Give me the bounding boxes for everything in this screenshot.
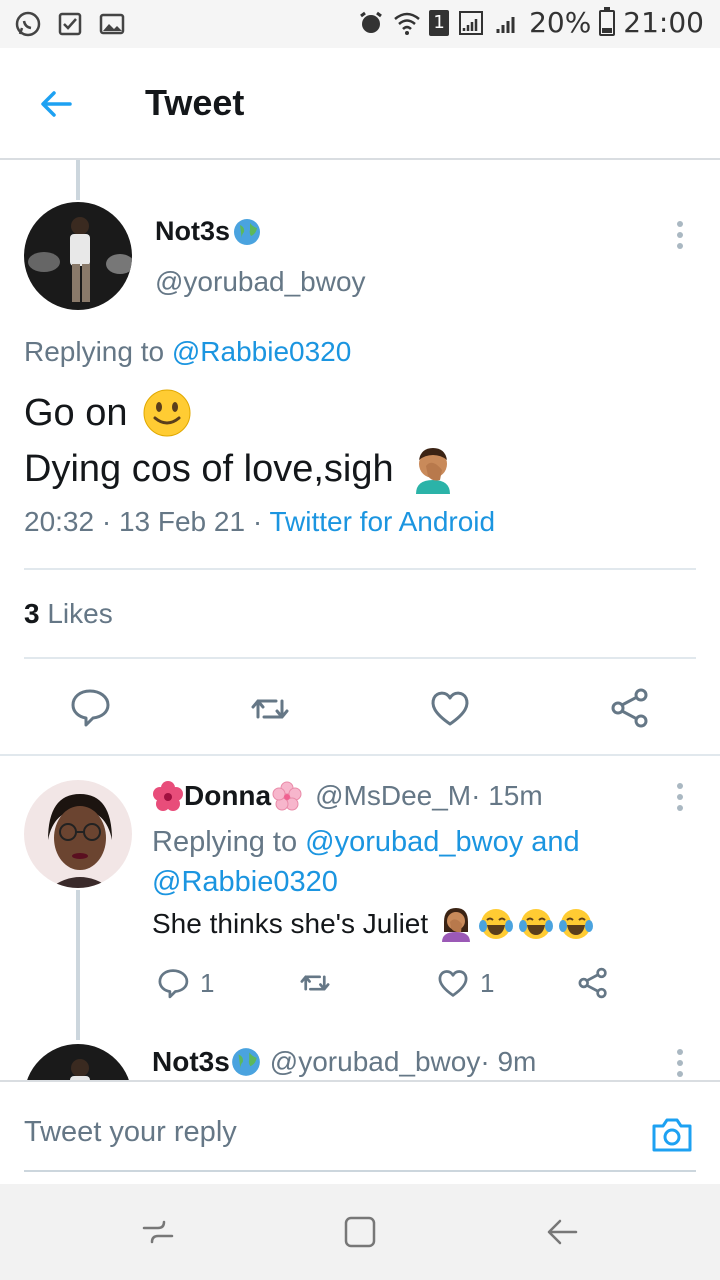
reply-header: Donna @MsDee_M · 15m <box>152 780 543 812</box>
reply-reply-count: 1 <box>200 967 215 998</box>
whatsapp-icon <box>15 11 41 37</box>
woman-facepalm-emoji-icon <box>442 908 471 942</box>
system-nav-bar <box>0 1184 720 1280</box>
status-system: 1 20% 21:00 <box>357 6 704 39</box>
tweet-timestamp: 20:32 · 13 Feb 21 · <box>24 506 270 537</box>
tweet-line-1: Go on <box>24 385 458 441</box>
hibiscus-emoji-icon <box>153 781 183 811</box>
compose-underline <box>24 1170 696 1172</box>
reply-text-body: She thinks she's Juliet <box>152 908 429 939</box>
like-heart-icon <box>438 970 468 997</box>
likes-count: 3 <box>24 598 40 629</box>
divider <box>24 568 696 570</box>
back-nav-icon[interactable] <box>544 1214 580 1250</box>
reply-text: She thinks she's Juliet <box>152 906 594 942</box>
reply-age: · 15m <box>471 780 543 811</box>
tweet-line-1-text: Go on <box>24 392 128 434</box>
status-notifications <box>14 10 126 38</box>
compose-bar <box>0 1080 720 1184</box>
home-icon[interactable] <box>342 1214 378 1250</box>
tweet-line-2-text: Dying cos of love,sigh <box>24 448 394 490</box>
reply-replying-prefix: Replying to <box>152 826 306 858</box>
like-heart-icon[interactable] <box>428 686 472 730</box>
reply-author-name[interactable]: Donna <box>184 780 271 812</box>
reply-input[interactable] <box>24 1116 584 1149</box>
recent-apps-icon[interactable] <box>140 1214 176 1250</box>
thread-line <box>76 890 80 1040</box>
share-icon <box>578 967 607 999</box>
likes-label: Likes <box>39 598 113 629</box>
image-icon <box>99 13 125 35</box>
author-handle[interactable]: @yorubad_bwoy <box>155 266 366 298</box>
reply-share-button[interactable] <box>576 966 610 1000</box>
author-name-text: Not3s <box>155 216 231 246</box>
alarm-icon <box>360 11 382 33</box>
checkbox-icon <box>58 12 82 36</box>
avatar-photo <box>24 202 132 310</box>
back-arrow-icon[interactable] <box>36 84 76 124</box>
retweet-icon[interactable] <box>248 687 292 731</box>
next-reply-author-handle[interactable]: @yorubad_bwoy <box>270 1046 481 1078</box>
reply-replying-to: Replying to @yorubad_bwoy and @Rabbie032… <box>152 822 632 902</box>
more-options-icon[interactable] <box>674 220 686 250</box>
battery-percent: 20% <box>529 6 592 39</box>
more-options-icon[interactable] <box>674 1048 686 1078</box>
wifi-icon <box>394 12 420 35</box>
avatar[interactable] <box>24 780 132 888</box>
app-header: Tweet <box>0 48 720 160</box>
reply-icon[interactable] <box>68 685 112 729</box>
battery-fill <box>602 28 613 33</box>
section-divider <box>0 754 720 756</box>
tweet-source[interactable]: Twitter for Android <box>269 506 495 537</box>
facepalm-emoji-icon <box>415 448 450 494</box>
globe-emoji-icon <box>231 1048 260 1076</box>
reply-author-handle[interactable]: @MsDee_M <box>315 780 471 812</box>
signal-icon <box>459 10 484 35</box>
next-reply-header: Not3s @yorubad_bwoy · 9m <box>152 1046 536 1078</box>
smile-emoji-icon <box>143 389 191 437</box>
more-options-icon[interactable] <box>674 782 686 812</box>
thread-line <box>76 160 80 200</box>
next-reply-author-name[interactable]: Not3s <box>152 1046 230 1078</box>
reply-retweet-button[interactable] <box>298 966 332 1000</box>
sim-badge: 1 <box>429 9 450 36</box>
next-reply-age: · 9m <box>480 1046 537 1077</box>
globe-emoji-icon <box>234 218 261 245</box>
reply-icon <box>158 969 189 999</box>
cherry-blossom-emoji-icon <box>272 781 302 811</box>
tweet-line-2: Dying cos of love,sigh <box>24 441 458 497</box>
laughing-tears-emoji-icon <box>519 909 554 939</box>
reply-like-button[interactable]: 1 <box>436 966 494 1000</box>
avatar-photo <box>24 780 132 888</box>
tweet-text: Go on Dying cos of love,sigh <box>24 385 458 497</box>
signal-strength-icon <box>496 16 515 33</box>
share-icon[interactable] <box>608 686 652 730</box>
page-title: Tweet <box>145 82 245 123</box>
retweet-icon <box>300 975 330 991</box>
clock: 21:00 <box>623 6 704 39</box>
tweet-meta: 20:32 · 13 Feb 21 · Twitter for Android <box>24 506 495 538</box>
divider <box>24 657 696 659</box>
likes-summary[interactable]: 3 Likes <box>24 598 113 630</box>
battery-icon <box>599 6 616 36</box>
replying-to: Replying to @Rabbie0320 <box>24 336 351 368</box>
replying-to-link[interactable]: @Rabbie0320 <box>172 336 351 367</box>
laughing-tears-emoji-icon <box>559 909 594 939</box>
reply-like-count: 1 <box>480 967 495 998</box>
status-bar: 1 20% 21:00 <box>0 0 720 48</box>
replying-prefix: Replying to <box>24 336 172 367</box>
avatar[interactable] <box>24 202 132 310</box>
author-name[interactable]: Not3s <box>155 216 262 247</box>
camera-icon[interactable] <box>650 1112 694 1156</box>
laughing-tears-emoji-icon <box>479 909 514 939</box>
reply-reply-button[interactable]: 1 <box>156 966 214 1000</box>
